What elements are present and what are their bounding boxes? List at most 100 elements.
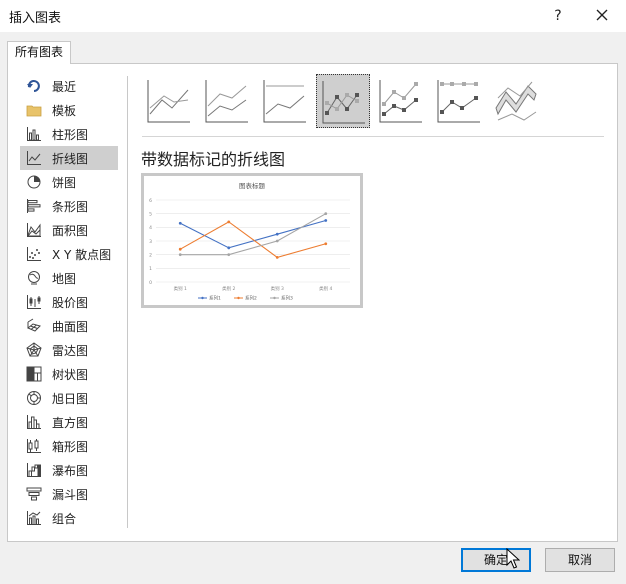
sidebar-item-label: 箱形图 <box>52 439 89 454</box>
sidebar-item-label: 最近 <box>52 79 77 94</box>
chart-title: 图表标题 <box>239 181 266 190</box>
funnel-chart-icon <box>26 487 42 501</box>
sidebar-item-label: 直方图 <box>52 415 89 430</box>
legend-marker <box>201 296 204 300</box>
combo-chart-icon <box>27 511 41 525</box>
radar-chart-icon <box>26 342 42 357</box>
sidebar-item-label: 树状图 <box>52 367 89 382</box>
chart-panel: 最近模板柱形图折线图饼图条形图面积图 X Y 散点图地图股价图曲面图雷达图树状图旭… <box>7 63 618 542</box>
sidebar-item-line-chart[interactable]: 折线图 <box>20 146 118 170</box>
x-tick-label: 类别 3 <box>271 285 284 292</box>
sidebar-item-label: 瀑布图 <box>52 463 89 478</box>
sidebar-item-combo-chart[interactable]: 组合 <box>20 506 118 530</box>
sidebar-item-sunburst-chart[interactable]: 旭日图 <box>20 386 118 410</box>
legend-label: 系列1 <box>209 295 221 302</box>
sidebar-item-label: 漏斗图 <box>52 487 89 502</box>
sidebar-item-label: 组合 <box>52 511 77 526</box>
bar-chart-icon <box>27 199 41 213</box>
sidebar-item-waterfall-chart[interactable]: 瀑布图 <box>20 458 118 482</box>
sidebar-item-funnel-chart[interactable]: 漏斗图 <box>20 482 118 506</box>
data-point <box>178 247 182 251</box>
sidebar-item-label: 柱形图 <box>52 127 89 142</box>
chart-category-list: 最近模板柱形图折线图饼图条形图面积图 X Y 散点图地图股价图曲面图雷达图树状图旭… <box>20 74 118 530</box>
y-tick-label: 4 <box>149 225 152 231</box>
line-with-markers-subtype-icon <box>322 81 365 124</box>
area-chart-icon <box>27 223 41 237</box>
data-point <box>275 256 279 259</box>
selected-type-label: 带数据标记的折线图 <box>141 150 286 169</box>
series-line-1 <box>180 219 326 249</box>
help-button[interactable]: ? <box>548 6 568 26</box>
sidebar-item-area-chart[interactable]: 面积图 <box>20 218 118 242</box>
close-icon[interactable] <box>591 4 613 26</box>
data-point <box>275 239 279 243</box>
legend-marker <box>273 296 276 300</box>
sidebar-item-label: 折线图 <box>52 151 89 166</box>
legend-label: 系列3 <box>281 295 293 302</box>
legend-label: 系列2 <box>245 295 257 302</box>
percent-stacked-line-markers-subtype-icon <box>437 80 480 123</box>
sidebar-item-label: X Y 散点图 <box>52 247 112 262</box>
data-point <box>324 212 328 216</box>
sidebar-item-label: 饼图 <box>52 175 77 190</box>
y-tick-label: 1 <box>149 266 152 272</box>
y-tick-label: 3 <box>149 239 152 245</box>
data-point <box>178 221 182 225</box>
surface-chart-icon <box>27 318 41 332</box>
sidebar-item-histogram-chart[interactable]: 直方图 <box>20 410 118 434</box>
column-chart-icon <box>27 127 41 141</box>
y-tick-label: 5 <box>149 211 152 217</box>
chart-subtype-button-4[interactable] <box>316 74 370 128</box>
sidebar-item-radar-chart[interactable]: 雷达图 <box>20 338 118 362</box>
data-point <box>227 220 231 224</box>
stock-chart-icon <box>27 295 41 309</box>
sidebar-item-map-chart[interactable]: 地图 <box>20 266 118 290</box>
tab-all-charts[interactable]: 所有图表 <box>7 41 71 64</box>
sidebar-item-column-chart[interactable]: 柱形图 <box>20 122 118 146</box>
subtype-divider <box>142 136 604 137</box>
3d-line-subtype-icon <box>495 81 537 121</box>
sidebar-item-recent[interactable]: 最近 <box>20 74 118 98</box>
chart-subtype-button-6[interactable] <box>432 74 486 128</box>
sidebar-item-label: 面积图 <box>52 223 89 238</box>
x-tick-label: 类别 4 <box>319 285 332 292</box>
pie-chart-icon <box>27 175 41 189</box>
sidebar-item-pie-chart[interactable]: 饼图 <box>20 170 118 194</box>
dialog-title: 插入图表 <box>9 11 62 26</box>
chart-preview-svg: 图表标题 0 1 2 3 4 5 6 类别 1 类别 2 类别 3 类别 4 系列1 系列2 系列3 <box>149 181 350 302</box>
data-point <box>324 219 328 222</box>
mouse-cursor-icon <box>506 548 520 569</box>
chart-subtype-button-5[interactable] <box>374 74 428 128</box>
chart-preview[interactable]: 图表标题 0 1 2 3 4 5 6 类别 1 类别 2 类别 3 类别 4 系列1 系列2 系列3 <box>141 173 363 308</box>
panel-divider <box>127 76 128 528</box>
stacked-line-markers-subtype-icon <box>379 80 422 123</box>
sidebar-item-stock-chart[interactable]: 股价图 <box>20 290 118 314</box>
stacked-line-subtype-icon <box>205 80 248 123</box>
histogram-chart-icon <box>27 415 41 429</box>
y-tick-label: 0 <box>149 280 152 286</box>
sidebar-item-folder[interactable]: 模板 <box>20 98 118 122</box>
data-point <box>227 246 231 250</box>
sidebar-item-label: 旭日图 <box>52 391 89 406</box>
treemap-chart-icon <box>26 366 42 382</box>
sidebar-item-label: 雷达图 <box>52 343 89 358</box>
ok-button[interactable]: 确定 <box>461 548 531 572</box>
sidebar-item-treemap-chart[interactable]: 树状图 <box>20 362 118 386</box>
chart-subtype-button-7[interactable] <box>490 74 544 128</box>
sidebar-item-surface-chart[interactable]: 曲面图 <box>20 314 118 338</box>
data-point <box>227 253 231 257</box>
chart-subtype-button-3[interactable] <box>258 74 312 128</box>
cancel-button[interactable]: 取消 <box>545 548 615 572</box>
chart-subtype-button-2[interactable] <box>200 74 254 128</box>
box-whisker-chart-icon <box>27 439 41 453</box>
sidebar-item-box-whisker-chart[interactable]: 箱形图 <box>20 434 118 458</box>
sidebar-item-bar-chart[interactable]: 条形图 <box>20 194 118 218</box>
sidebar-item-label: 曲面图 <box>52 319 89 334</box>
chart-subtype-button-1[interactable] <box>142 74 196 128</box>
dialog-body: 所有图表 最近模板柱形图折线图饼图条形图面积图 X Y 散点图地图股价图曲面图雷达… <box>0 32 626 584</box>
sidebar-item-label: 股价图 <box>52 295 89 310</box>
line-subtype-icon <box>147 80 190 123</box>
recent-icon <box>27 80 40 92</box>
data-point <box>178 253 182 257</box>
sidebar-item-scatter-chart[interactable]: X Y 散点图 <box>20 242 118 266</box>
